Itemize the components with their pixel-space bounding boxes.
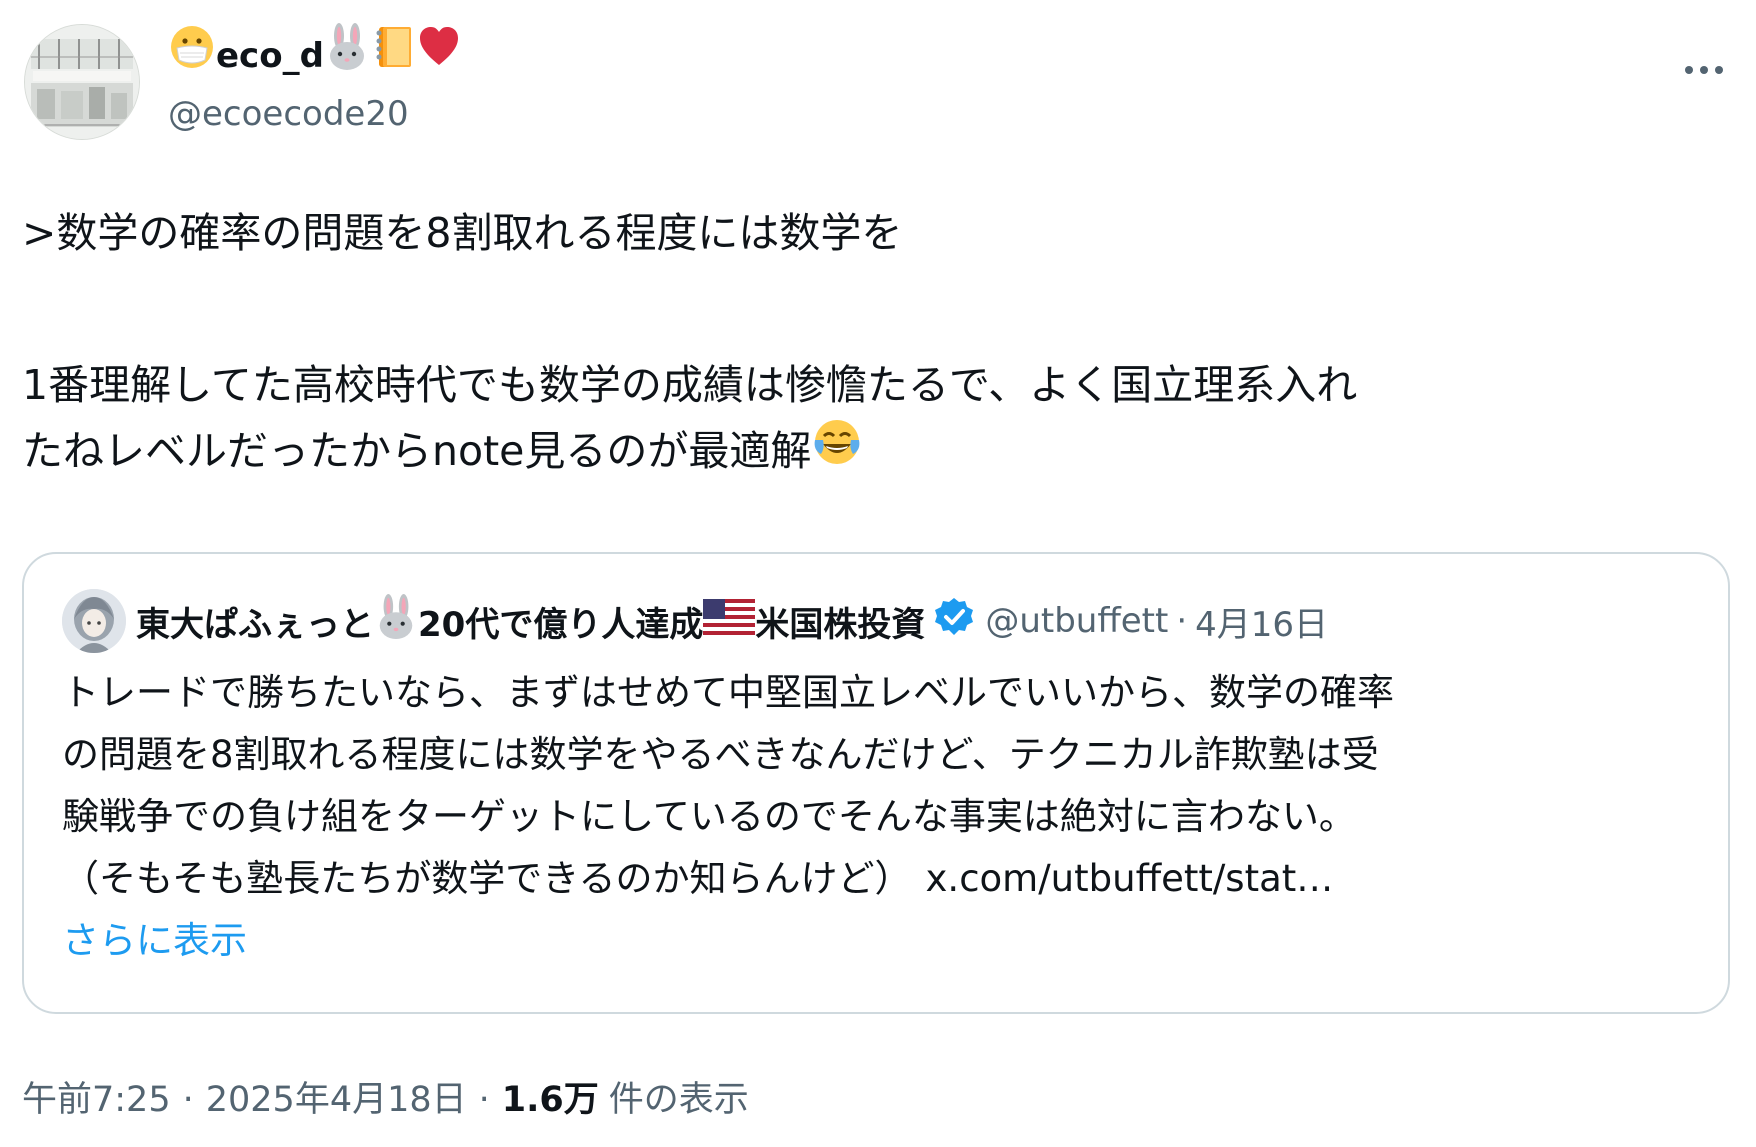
tweet-body: >数学の確率の問題を8割取れる程度には数学を 1番理解してた高校時代でも数学の成… [22,200,1734,484]
quoted-avatar-image [62,589,126,653]
avatar[interactable] [24,24,140,140]
quoted-date[interactable]: 4月16日 [1195,597,1328,646]
face-with-tears-of-joy-icon [811,416,863,487]
views-count[interactable]: 1.6万 [502,1072,599,1128]
quoted-tweet-body: トレードで勝ちたいなら、まずはせめて中堅国立レベルでいいから、数学の確率 の問題… [62,662,1702,972]
quoted-tweet[interactable]: 東大ぱふぇっと 20代で億り人達成 米国株投資 @utbuffett · 4月1… [22,552,1730,1014]
separator-dot: · [1176,601,1188,641]
author-display-name: eco_d [216,36,324,76]
quoted-avatar[interactable] [62,589,126,653]
rabbit-face-icon [324,22,370,90]
quoted-text-line: （そもそも塾長たちが数学できるのか知らんけど） [62,857,912,900]
avatar-image [25,25,139,139]
quoted-handle[interactable]: @utbuffett [985,601,1168,641]
more-options-button[interactable] [1676,50,1732,90]
quoted-display-name: 東大ぱふぇっと [136,604,374,645]
views-label: 件の表示 [608,1080,749,1120]
tweet-meta: 午前7:25 · 2025年4月18日 · 1.6万 件の表示 [22,1072,749,1128]
tweet: eco_d @ecoecode20 >数学の確率の問題を8割取れる程度には数学を… [22,22,1734,1120]
quoted-text-line: の問題を8割取れる程度には数学をやるべきなんだけど、テクニカル詐欺塾は受 [62,733,1379,776]
author-names: eco_d @ecoecode20 [168,22,462,142]
author-handle[interactable]: @ecoecode20 [168,86,462,142]
tweet-text-line: たねレベルだったからnote見るのが最適解 [22,427,812,475]
separator-dot: · [478,1080,490,1120]
more-horizontal-icon [1685,66,1723,74]
red-heart-icon [416,23,462,90]
tweet-text-line: 1番理解してた高校時代でも数学の成績は惨憺たるで、よく国立理系入れ [22,361,1358,409]
tweet-date[interactable]: 2025年4月18日 [206,1072,467,1128]
rabbit-face-icon [374,593,418,649]
quoted-text-line: 験戦争での負け組をターゲットにしているのでそんな事実は絶対に言わない。 [62,795,1356,838]
us-flag-icon [703,598,756,644]
quoted-text-line-with-link: （そもそも塾長たちが数学できるのか知らんけど） x.com/utbuffett/s… [62,848,1702,910]
verified-badge-icon[interactable] [933,596,975,647]
quoted-status-link[interactable]: x.com/utbuffett/stat… [926,857,1334,900]
quoted-text-line: トレードで勝ちたいなら、まずはせめて中堅国立レベルでいいから、数学の確率 [62,671,1394,714]
tweet-text-line: >数学の確率の問題を8割取れる程度には数学を [22,209,903,257]
quoted-display-name-mid: 20代で億り人達成 [418,604,704,645]
quoted-tweet-header: 東大ぱふぇっと 20代で億り人達成 米国株投資 @utbuffett · 4月1… [62,586,1328,656]
separator-dot: · [182,1080,194,1120]
quoted-display-name-row[interactable]: 東大ぱふぇっと 20代で億り人達成 米国株投資 [136,593,975,649]
author-display-name-row[interactable]: eco_d [168,22,462,86]
show-more-link[interactable]: さらに表示 [62,919,247,962]
notebook-icon [370,23,416,90]
show-more-row: さらに表示 [62,910,1702,972]
tweet-text-line-with-emoji: たねレベルだったからnote見るのが最適解 [22,418,1734,484]
face-with-medical-mask-icon [168,23,216,90]
tweet-time[interactable]: 午前7:25 [22,1072,171,1128]
quoted-display-name-end: 米国株投資 [755,604,926,645]
tweet-header: eco_d @ecoecode20 [22,22,1734,142]
